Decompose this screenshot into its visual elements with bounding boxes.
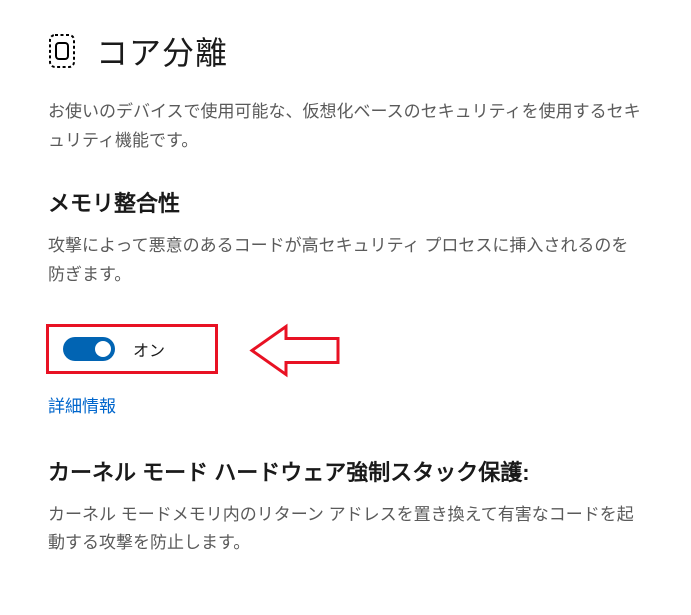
memory-integrity-description: 攻撃によって悪意のあるコードが高セキュリティ プロセスに挿入されるのを防ぎます。 — [48, 232, 643, 290]
more-info-link[interactable]: 詳細情報 — [48, 392, 116, 417]
toggle-row: オン — [46, 324, 643, 382]
kernel-mode-heading: カーネル モード ハードウェア強制スタック保護: — [48, 455, 643, 487]
kernel-mode-description: カーネル モードメモリ内のリターン アドレスを置き換えて有害なコードを起動する攻… — [48, 501, 643, 559]
memory-integrity-toggle[interactable] — [63, 337, 115, 361]
page-description: お使いのデバイスで使用可能な、仮想化ベースのセキュリティを使用するセキュリティ機… — [48, 98, 643, 156]
core-isolation-icon — [48, 33, 76, 69]
toggle-knob — [95, 341, 111, 357]
toggle-highlight-annotation: オン — [46, 324, 218, 374]
arrow-annotation-icon — [246, 322, 346, 383]
toggle-state-label: オン — [133, 337, 165, 361]
memory-integrity-heading: メモリ整合性 — [48, 186, 643, 218]
page-header: コア分離 — [48, 28, 643, 74]
page-title: コア分離 — [96, 28, 228, 74]
